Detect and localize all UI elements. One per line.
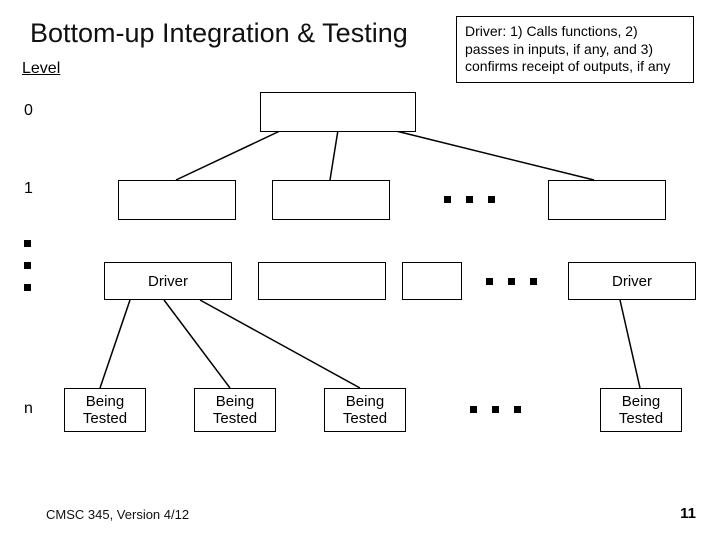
level-n-label: n (24, 400, 33, 418)
level1-box-3 (548, 180, 666, 220)
being-tested-box-4: Being Tested (600, 388, 682, 432)
driver-callout: Driver: 1) Calls functions, 2) passes in… (456, 16, 694, 83)
being-tested-box-1: Being Tested (64, 388, 146, 432)
level-heading: Level (22, 60, 60, 78)
level-0-label: 0 (24, 102, 33, 120)
ellipsis-dot (24, 240, 31, 247)
ellipsis-dot (488, 196, 495, 203)
ellipsis-dot (514, 406, 521, 413)
level1-box-2 (272, 180, 390, 220)
ellipsis-dot (508, 278, 515, 285)
footer-course-version: CMSC 345, Version 4/12 (46, 507, 189, 522)
slide-number: 11 (680, 505, 696, 522)
level0-box (260, 92, 416, 132)
ellipsis-dot (530, 278, 537, 285)
ellipsis-dot (470, 406, 477, 413)
ellipsis-dot (24, 284, 31, 291)
ellipsis-dot (466, 196, 473, 203)
driver-box-right: Driver (568, 262, 696, 300)
driver-row-box-3 (402, 262, 462, 300)
being-tested-box-3: Being Tested (324, 388, 406, 432)
level1-box-1 (118, 180, 236, 220)
ellipsis-dot (492, 406, 499, 413)
driver-box-left: Driver (104, 262, 232, 300)
ellipsis-dot (24, 262, 31, 269)
ellipsis-dot (486, 278, 493, 285)
driver-row-box-2 (258, 262, 386, 300)
ellipsis-dot (444, 196, 451, 203)
level-1-label: 1 (24, 180, 33, 198)
being-tested-box-2: Being Tested (194, 388, 276, 432)
slide-title: Bottom-up Integration & Testing (30, 18, 408, 49)
